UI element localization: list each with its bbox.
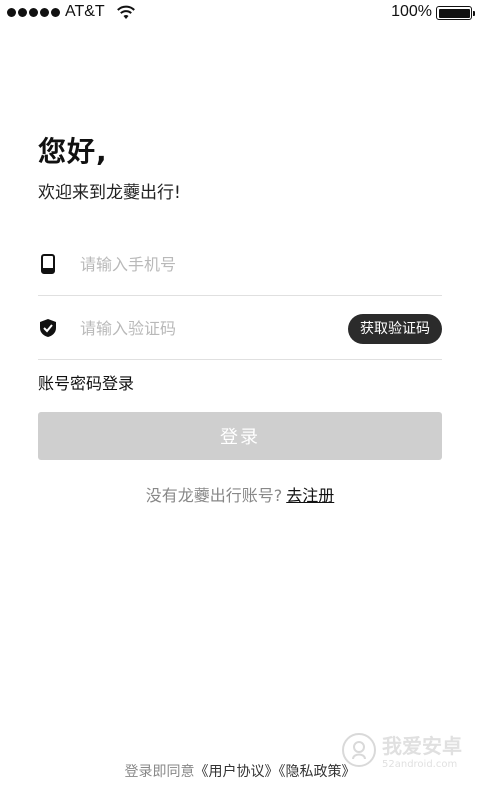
greeting-title: 您好, (38, 135, 108, 168)
signal-strength-icon (7, 8, 60, 17)
register-question: 没有龙虁出行账号? (145, 486, 283, 505)
watermark: 我爱安卓 52android.com (342, 730, 462, 770)
verification-code-input[interactable] (80, 314, 360, 342)
register-link[interactable]: 去注册 (286, 486, 334, 505)
phone-field (38, 232, 442, 296)
wifi-icon (116, 5, 136, 24)
get-code-button[interactable]: 获取验证码 (348, 314, 442, 344)
password-login-link[interactable]: 账号密码登录 (38, 370, 134, 394)
status-bar: AT&T 100% (0, 0, 480, 26)
carrier-name: AT&T (65, 3, 105, 20)
watermark-logo-icon (342, 733, 376, 767)
login-button[interactable]: 登录 (38, 412, 442, 460)
agreement-prefix: 登录即同意 (124, 764, 195, 780)
verification-code-field: 获取验证码 (38, 296, 442, 360)
shield-check-icon (38, 317, 58, 339)
watermark-url: 52android.com (382, 759, 458, 770)
battery-icon (436, 6, 475, 20)
greeting-subtitle: 欢迎来到龙虁出行! (38, 183, 181, 203)
watermark-title: 我爱安卓 (382, 734, 462, 758)
phone-icon (38, 253, 58, 275)
battery-percentage: 100% (391, 3, 432, 20)
user-agreement-link[interactable]: 《用户协议》 (195, 764, 279, 780)
phone-input[interactable] (80, 250, 360, 278)
register-row: 没有龙虁出行账号? 去注册 (0, 482, 480, 506)
